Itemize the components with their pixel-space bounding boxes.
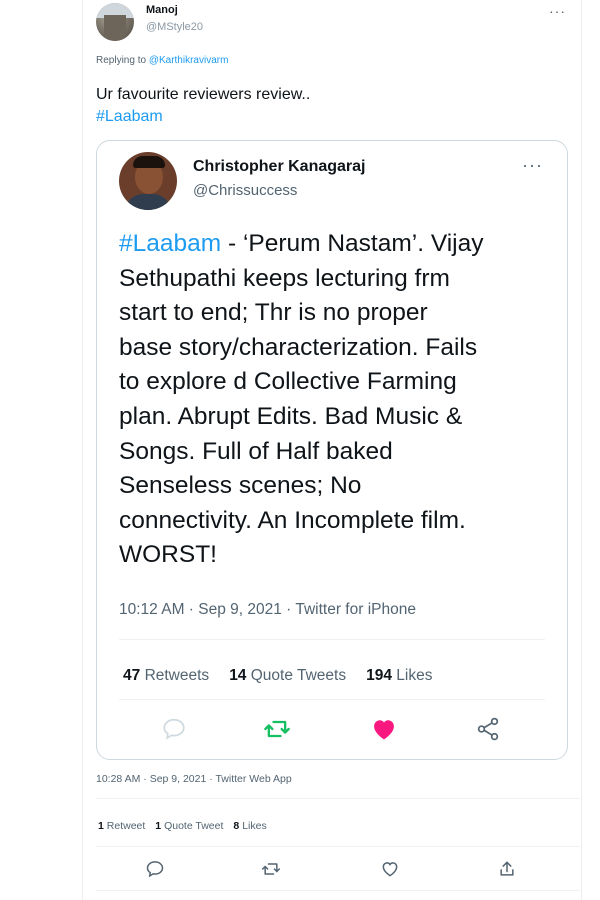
divider xyxy=(119,639,545,640)
tweet-stats: 47 Retweets 14 Quote Tweets 194 Likes xyxy=(123,667,432,685)
tweet-stats: 1 Retweet 1 Quote Tweet 8 Likes xyxy=(98,820,267,832)
retweet-icon[interactable] xyxy=(263,715,291,743)
share-icon[interactable] xyxy=(474,715,502,743)
avatar[interactable] xyxy=(96,3,134,41)
text-line: Senseless scenes; No xyxy=(119,472,362,500)
text-line: start to end; Thr is no proper xyxy=(119,299,428,327)
author-name[interactable]: Manoj xyxy=(146,4,178,16)
replying-prefix: Replying to xyxy=(96,55,147,66)
text-line: base story/characterization. Fails xyxy=(119,333,478,361)
column-border-right xyxy=(581,0,582,900)
likes-count: 8 xyxy=(233,820,240,832)
likes-stat[interactable]: 8 Likes xyxy=(233,820,266,832)
quotes-stat[interactable]: 14 Quote Tweets xyxy=(229,667,346,684)
likes-stat[interactable]: 194 Likes xyxy=(366,667,432,684)
quoted-tweet-actions xyxy=(97,711,567,747)
likes-label: Likes xyxy=(396,667,433,684)
retweets-label: Retweet xyxy=(106,820,146,832)
retweets-count: 47 xyxy=(123,667,141,684)
likes-count: 194 xyxy=(366,667,392,684)
text-line: connectivity. An Incomplete film. xyxy=(119,506,466,534)
hashtag-link[interactable]: #Laabam xyxy=(96,106,163,128)
retweets-count: 1 xyxy=(98,820,104,832)
avatar[interactable] xyxy=(119,152,177,210)
text-line: plan. Abrupt Edits. Bad Music & xyxy=(119,402,463,430)
author-handle[interactable]: @MStyle20 xyxy=(146,21,203,33)
tweet-actions xyxy=(96,854,580,884)
hashtag-link[interactable]: #Laabam xyxy=(119,230,221,257)
retweets-stat[interactable]: 1 Retweet xyxy=(98,820,145,832)
quotes-label: Quote Tweets xyxy=(250,667,347,684)
quoted-tweet-text: #Laabam - ‘Perum Nastam’. Vijay Sethupat… xyxy=(119,227,549,573)
tweet-text: Ur favourite reviewers review.. xyxy=(96,86,311,103)
divider xyxy=(96,890,580,891)
text-line: WORST! xyxy=(119,541,217,569)
divider xyxy=(119,699,545,700)
retweets-stat[interactable]: 47 Retweets xyxy=(123,667,209,684)
tweet-timestamp[interactable]: 10:28 AM · Sep 9, 2021 · Twitter Web App xyxy=(96,773,292,785)
outer-tweet-header: Manoj @MStyle20 ··· xyxy=(96,3,570,43)
quoted-author-name[interactable]: Christopher Kanagaraj xyxy=(193,158,365,176)
quotes-label: Quote Tweet xyxy=(164,820,224,832)
divider xyxy=(96,846,580,847)
quoted-tweet-card[interactable]: Christopher Kanagaraj @Chrissuccess ··· … xyxy=(96,140,568,760)
retweet-icon[interactable] xyxy=(260,858,282,880)
text-segment: - ‘Perum Nastam’. Vijay xyxy=(221,230,484,257)
quoted-author-handle[interactable]: @Chrissuccess xyxy=(193,182,297,199)
likes-label: Likes xyxy=(242,820,267,832)
quotes-stat[interactable]: 1 Quote Tweet xyxy=(155,820,223,832)
tweet-timestamp[interactable]: 10:12 AM · Sep 9, 2021 · Twitter for iPh… xyxy=(119,601,416,619)
divider xyxy=(96,798,580,799)
like-icon[interactable] xyxy=(379,858,401,880)
more-dots-icon[interactable]: ··· xyxy=(549,3,566,19)
text-line: Songs. Full of Half baked xyxy=(119,437,393,465)
text-line: Sethupathi keeps lecturing frm xyxy=(119,264,450,292)
quotes-count: 14 xyxy=(229,667,247,684)
retweets-label: Retweets xyxy=(144,667,210,684)
replying-to: Replying to @Karthikravivarm xyxy=(96,55,228,66)
replying-handle-link[interactable]: @Karthikravivarm xyxy=(149,55,229,66)
like-icon-filled[interactable] xyxy=(370,715,398,743)
reply-icon[interactable] xyxy=(144,858,166,880)
quotes-count: 1 xyxy=(155,820,162,832)
column-border-left xyxy=(82,0,83,900)
text-line: to explore d Collective Farming xyxy=(119,368,457,396)
text-line: #Laabam - ‘Perum Nastam’. Vijay xyxy=(119,227,549,262)
reply-icon[interactable] xyxy=(160,715,188,743)
share-icon[interactable] xyxy=(496,858,518,880)
more-dots-icon[interactable]: ··· xyxy=(522,155,543,176)
